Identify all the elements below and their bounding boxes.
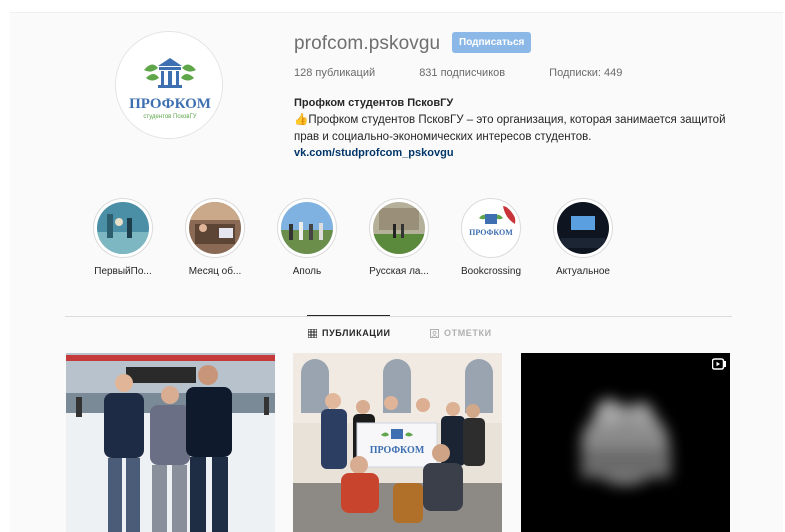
highlight-item[interactable]: Аполь bbox=[267, 198, 347, 277]
profile-link[interactable]: vk.com/studprofcom_pskovgu bbox=[294, 147, 454, 159]
post-banner-text: ПРОФКОМ bbox=[370, 445, 425, 456]
highlight-cover bbox=[281, 202, 333, 254]
profile-full-name: Профком студентов ПсковГУ bbox=[294, 97, 454, 109]
highlight-cover: ПРОФКОМ bbox=[465, 202, 517, 254]
highlight-item[interactable]: ПервыйПо... bbox=[83, 198, 163, 277]
post-thumbnail[interactable] bbox=[521, 353, 730, 532]
highlight-cover bbox=[189, 202, 241, 254]
video-icon bbox=[712, 358, 726, 370]
tab-posts[interactable]: ПУБЛИКАЦИИ bbox=[308, 328, 391, 338]
tab-tagged[interactable]: ОТМЕТКИ bbox=[430, 328, 492, 338]
highlight-cover bbox=[373, 202, 425, 254]
followers-count[interactable]: 831 подписчиков bbox=[419, 67, 505, 79]
highlight-label: Актуальное bbox=[556, 266, 610, 277]
profile-bio: 👍Профком студентов ПсковГУ – это организ… bbox=[294, 112, 734, 146]
highlight-cover bbox=[97, 202, 149, 254]
highlight-label: ПервыйПо... bbox=[94, 266, 152, 277]
tab-posts-label: ПУБЛИКАЦИИ bbox=[322, 328, 391, 338]
tabs-divider bbox=[65, 316, 732, 317]
logo-text: ПРОФКОМ bbox=[469, 228, 513, 237]
tab-tagged-label: ОТМЕТКИ bbox=[444, 328, 492, 338]
highlight-item[interactable]: Месяц об... bbox=[175, 198, 255, 277]
highlight-label: Аполь bbox=[292, 266, 322, 277]
following-count[interactable]: Подписки: 449 bbox=[549, 67, 622, 79]
highlight-label: Bookcrossing bbox=[460, 266, 522, 277]
logo-text: ПРОФКОМ bbox=[129, 96, 211, 112]
bio-text: Профком студентов ПсковГУ – это организа… bbox=[294, 114, 726, 143]
highlight-item[interactable]: ПРОФКОМ Bookcrossing bbox=[451, 198, 531, 277]
profile-avatar[interactable]: ПРОФКОМ студентов ПсковГУ bbox=[115, 31, 223, 139]
highlight-label: Месяц об... bbox=[188, 266, 242, 277]
thumbs-up-icon: 👍 bbox=[294, 114, 309, 126]
post-thumbnail[interactable]: ПРОФКОМ bbox=[293, 353, 502, 532]
profile-username: profcom.pskovgu bbox=[294, 33, 441, 54]
highlight-label: Русская ла... bbox=[369, 266, 429, 277]
logo-subtext: студентов ПсковГУ bbox=[143, 114, 196, 120]
profile-page: ПРОФКОМ студентов ПсковГУ profcom.pskovg… bbox=[10, 12, 783, 532]
active-tab-indicator bbox=[307, 315, 390, 316]
post-thumbnail[interactable] bbox=[66, 353, 275, 532]
follow-button[interactable]: Подписаться bbox=[452, 32, 532, 53]
grid-icon bbox=[308, 328, 317, 338]
tagged-icon bbox=[430, 328, 439, 338]
posts-count: 128 публикаций bbox=[294, 67, 376, 79]
highlight-item[interactable]: Русская ла... bbox=[359, 198, 439, 277]
highlight-item[interactable]: Актуальное bbox=[543, 198, 623, 277]
highlight-cover bbox=[557, 202, 609, 254]
profile-stats: 128 публикаций 831 подписчиков Подписки:… bbox=[294, 67, 663, 79]
